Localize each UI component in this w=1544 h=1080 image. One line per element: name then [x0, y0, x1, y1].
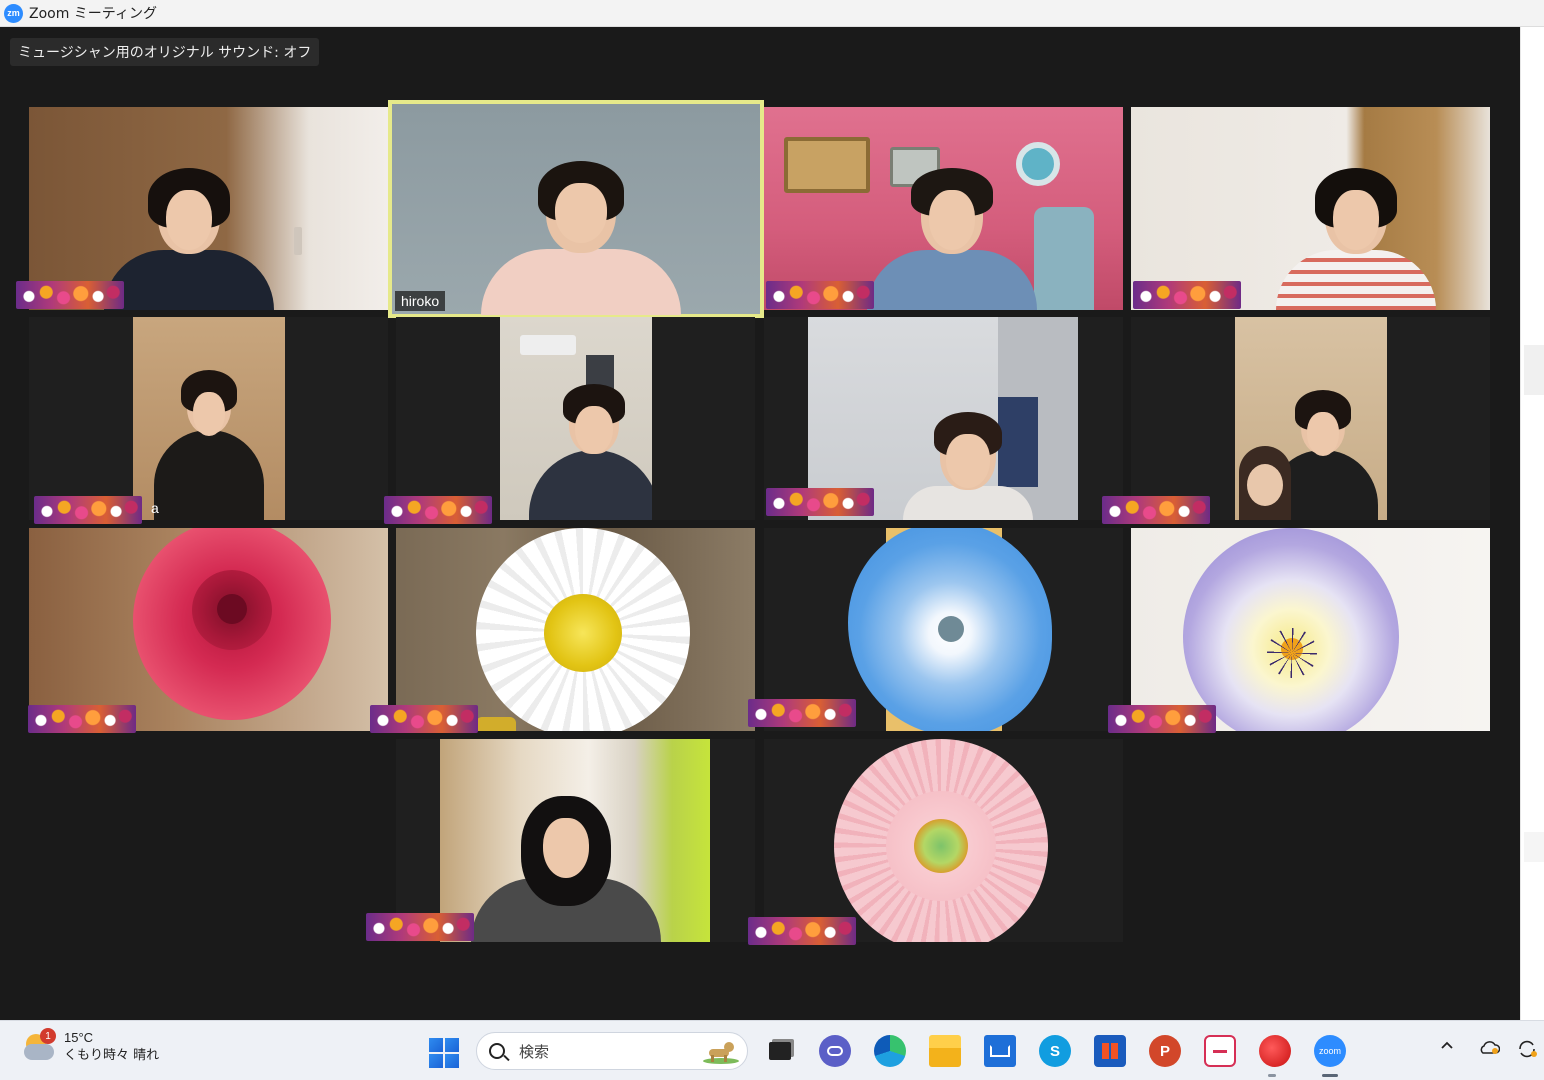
search-placeholder: 検索 — [519, 1042, 550, 1061]
video-tile[interactable]: a — [29, 317, 388, 520]
powerpoint-icon[interactable]: P — [1149, 1035, 1181, 1067]
flower-banner-decoration — [1102, 496, 1210, 524]
meeting-gallery: ミュージシャン用のオリジナル サウンド: オフ hiroko a — [0, 27, 1520, 1020]
window-title: Zoom ミーティング — [29, 6, 157, 22]
video-tile[interactable] — [764, 107, 1123, 310]
video-tile[interactable] — [764, 739, 1123, 942]
participant-video — [481, 161, 681, 315]
weather-notification-badge: 1 — [40, 1028, 56, 1044]
microsoft-store-icon[interactable] — [1094, 1035, 1126, 1067]
edge-browser-icon[interactable] — [874, 1035, 906, 1067]
windows-taskbar: 1 15°C くもり時々 晴れ 検索 S P zoom — [0, 1020, 1544, 1080]
gerbera-filter-icon — [834, 739, 1048, 942]
pansy-filter-icon — [1183, 528, 1399, 731]
zoom-logo-icon: zm — [4, 3, 23, 23]
video-tile[interactable] — [396, 528, 755, 731]
flower-banner-decoration — [28, 705, 136, 733]
participant-video — [500, 317, 652, 520]
video-tile-active-speaker[interactable]: hiroko — [388, 100, 764, 318]
flower-banner-decoration — [748, 699, 856, 727]
participant-video — [1276, 168, 1436, 310]
participant-video — [104, 168, 274, 310]
original-sound-status[interactable]: ミュージシャン用のオリジナル サウンド: オフ — [10, 38, 320, 66]
participant-video — [867, 168, 1037, 310]
sync-update-icon[interactable] — [1516, 1039, 1538, 1063]
weather-condition: くもり時々 晴れ — [64, 1048, 160, 1063]
weather-widget[interactable]: 1 15°C くもり時々 晴れ — [22, 1028, 160, 1065]
trend-micro-icon[interactable] — [1259, 1035, 1291, 1067]
onedrive-cloud-icon[interactable] — [1478, 1039, 1501, 1059]
weather-temperature: 15°C — [64, 1030, 94, 1045]
flower-banner-decoration — [1133, 281, 1241, 309]
search-highlight-dog-icon — [703, 1042, 739, 1064]
nemophila-filter-icon — [848, 528, 1052, 731]
zoom-app-icon[interactable]: zoom — [1314, 1035, 1346, 1067]
weather-cloudy-icon: 1 — [22, 1028, 56, 1062]
participant-video — [440, 739, 710, 942]
video-tile[interactable] — [1131, 107, 1490, 310]
windows-start-icon[interactable] — [429, 1038, 459, 1068]
participant-name-label: a — [151, 500, 159, 516]
flower-banner-decoration — [766, 488, 874, 516]
mail-icon[interactable] — [984, 1035, 1016, 1067]
video-tile[interactable] — [396, 317, 755, 520]
task-view-icon[interactable] — [764, 1035, 796, 1067]
flower-banner-decoration — [1108, 705, 1216, 733]
running-indicator — [1268, 1074, 1276, 1077]
running-indicator — [1322, 1074, 1338, 1077]
file-explorer-icon[interactable] — [929, 1035, 961, 1067]
flower-banner-decoration — [34, 496, 142, 524]
flower-banner-decoration — [766, 281, 874, 309]
skype-icon[interactable]: S — [1039, 1035, 1071, 1067]
taskbar-search-box[interactable]: 検索 — [476, 1032, 748, 1070]
search-icon — [489, 1043, 505, 1059]
participant-video — [133, 317, 285, 520]
title-bar: zm Zoom ミーティング — [0, 0, 1544, 27]
flower-banner-decoration — [370, 705, 478, 733]
participant-video — [1235, 317, 1387, 520]
participant-name-label: hiroko — [395, 291, 446, 311]
daisy-filter-icon — [476, 528, 690, 731]
video-tile[interactable] — [29, 528, 388, 731]
teams-chat-icon[interactable] — [819, 1035, 851, 1067]
show-hidden-icons-chevron-icon[interactable] — [1440, 1039, 1454, 1057]
adjacent-window-edge — [1520, 27, 1544, 1020]
flower-banner-decoration — [366, 913, 474, 941]
flower-banner-decoration — [16, 281, 124, 309]
rose-filter-icon — [133, 528, 331, 720]
remote-desktop-icon[interactable] — [1204, 1035, 1236, 1067]
video-tile[interactable] — [29, 107, 388, 310]
flower-banner-decoration — [384, 496, 492, 524]
flower-banner-decoration — [748, 917, 856, 945]
video-tile[interactable] — [1131, 317, 1490, 520]
video-tile[interactable] — [1131, 528, 1490, 731]
video-tile[interactable] — [396, 739, 755, 942]
